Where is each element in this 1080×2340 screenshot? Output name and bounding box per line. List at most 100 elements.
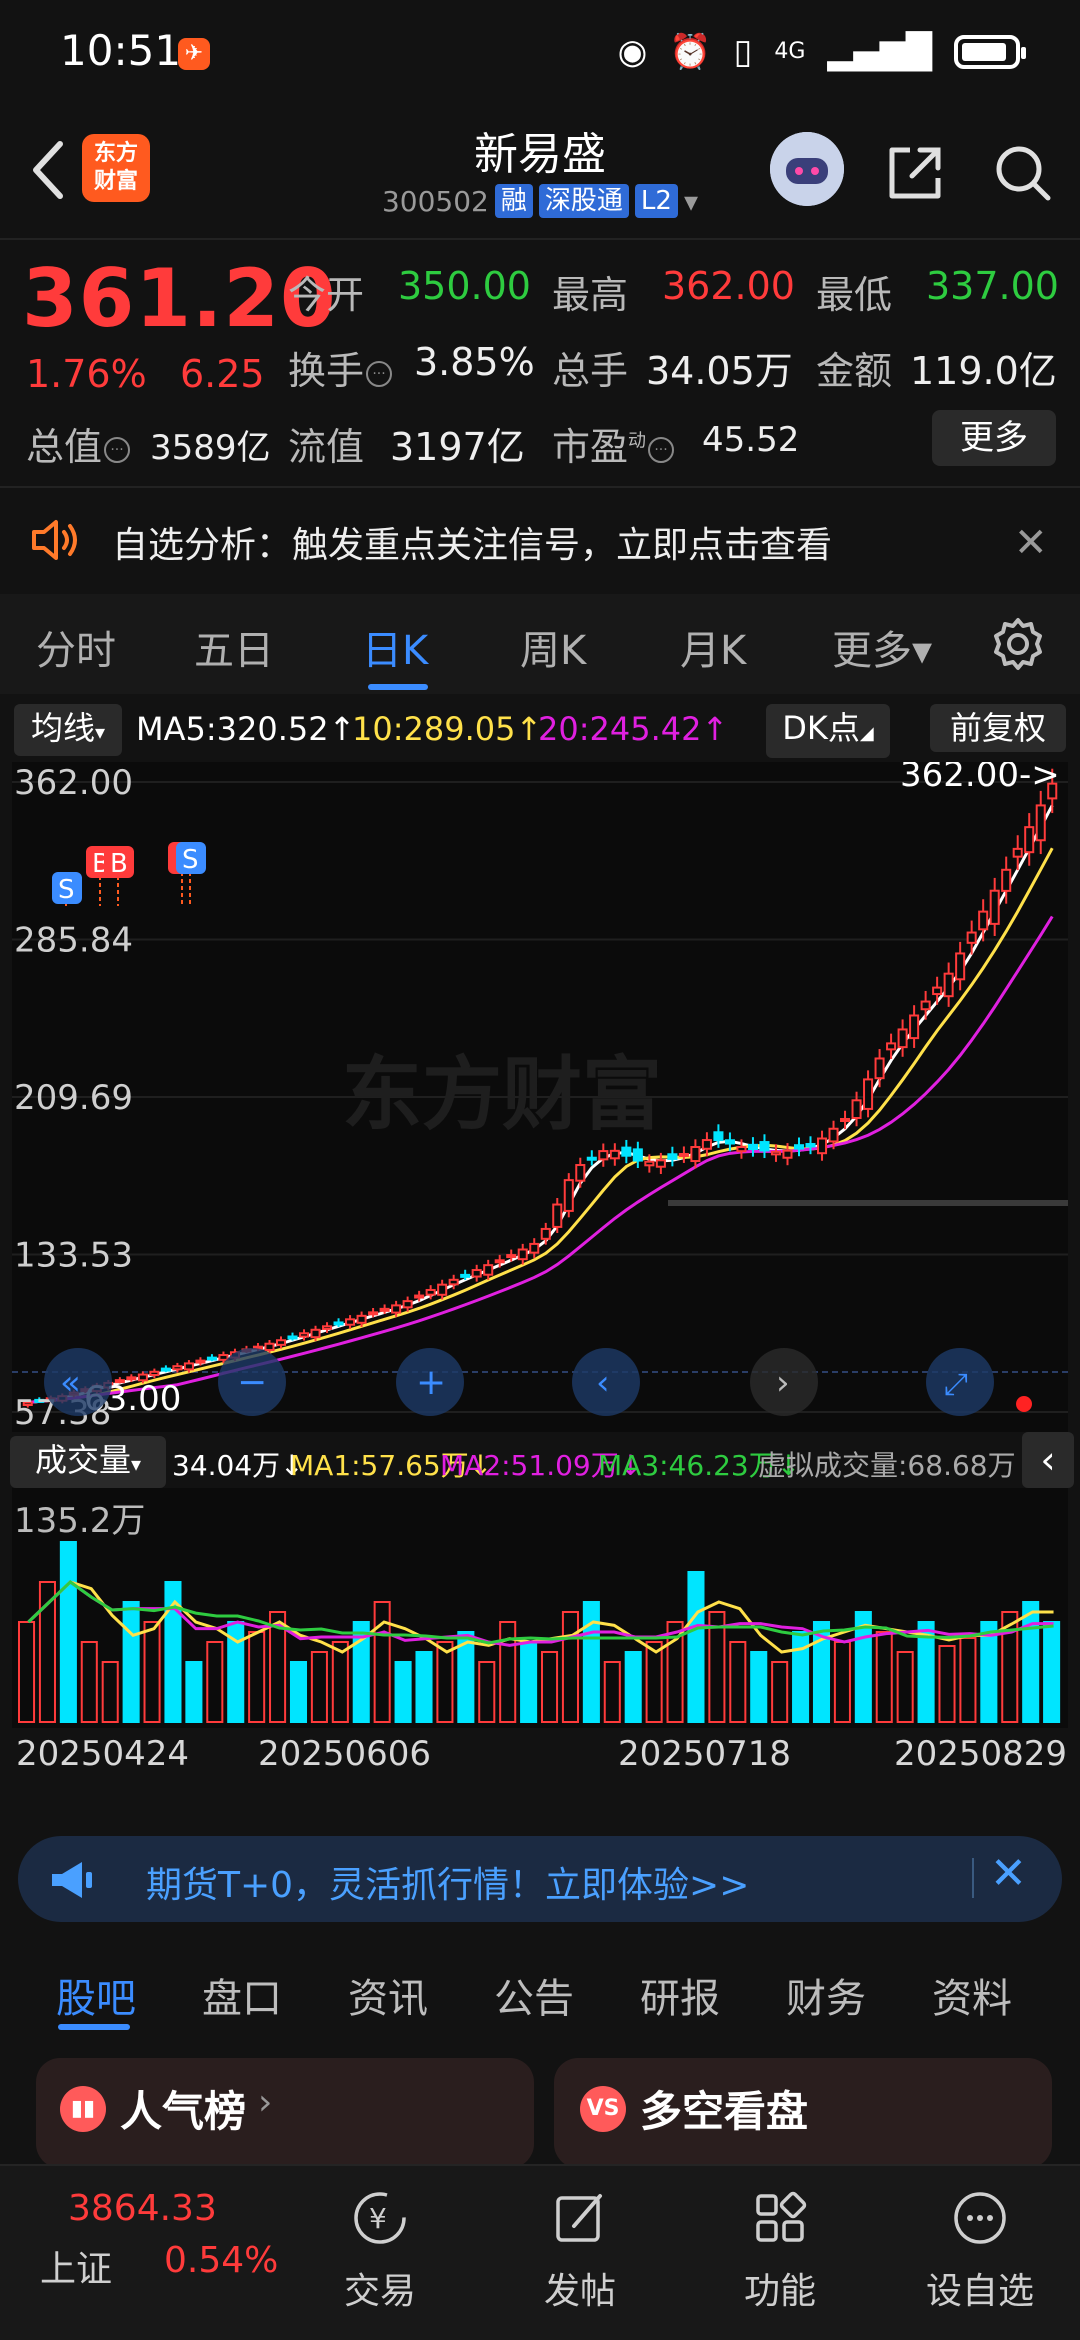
candle	[759, 1141, 770, 1152]
tab-indicator	[58, 2024, 130, 2030]
volume-chart[interactable]: 135.2万	[12, 1488, 1068, 1728]
low-value: 337.00	[926, 264, 1059, 308]
candle	[517, 1248, 528, 1261]
candle	[655, 1159, 666, 1168]
volume-bar	[561, 1611, 579, 1723]
close-icon[interactable]: ✕	[990, 1848, 1027, 1899]
more-dots-icon	[954, 2192, 1006, 2244]
tab-five-day[interactable]: 五日	[194, 618, 274, 676]
volume-bar	[80, 1641, 98, 1723]
plus-button[interactable]: +	[396, 1348, 464, 1416]
tab-daily-k[interactable]: 日K	[362, 618, 428, 676]
stock-meta[interactable]: 300502 融 深股通 L2 ▾	[360, 184, 720, 218]
ad-text[interactable]: 期货T+0，灵活抓行情！立即体验>>	[146, 1856, 749, 1908]
minus-button[interactable]: −	[218, 1348, 286, 1416]
more-button[interactable]: 更多	[932, 410, 1056, 466]
tab-order-book[interactable]: 盘口	[202, 1966, 282, 2024]
mktcap-value: 3589亿	[150, 428, 271, 468]
network-label: 4G	[774, 39, 806, 64]
tab-intraday[interactable]: 分时	[36, 618, 116, 676]
fullscreen-button[interactable]: ⤢	[926, 1348, 994, 1416]
bull-bear-card[interactable]: VS 多空看盘	[554, 2058, 1052, 2168]
tab-monthly-k[interactable]: 月K	[680, 618, 746, 676]
tab-indicator	[368, 684, 428, 690]
tab-weekly-k[interactable]: 周K	[520, 618, 586, 676]
tab-financials[interactable]: 财务	[786, 1966, 866, 2024]
plus-icon: +	[416, 1362, 446, 1403]
double-chevron-left-icon: «	[60, 1363, 81, 1403]
nav-add-watchlist[interactable]: 设自选	[900, 2166, 1060, 2340]
card-title: 人气榜	[120, 2087, 247, 2136]
adjust-button[interactable]: 前复权	[930, 704, 1066, 752]
y-tick-label: 133.53	[14, 1236, 133, 1276]
candle	[978, 910, 989, 931]
candle	[609, 1149, 620, 1160]
volume-bar	[729, 1641, 747, 1723]
volume-bar	[59, 1541, 77, 1723]
stock-name: 新易盛	[474, 129, 606, 180]
nav-functions[interactable]: 功能	[700, 2166, 860, 2340]
speaker-icon	[28, 514, 80, 566]
candle	[183, 1362, 194, 1371]
high-label: 最高	[552, 273, 629, 317]
candle	[793, 1144, 805, 1150]
volume-bar	[875, 1631, 893, 1723]
volume-bar	[750, 1651, 768, 1723]
candle	[747, 1143, 758, 1151]
change-percent: 1.76%	[26, 352, 147, 396]
candle	[667, 1153, 678, 1160]
indicator-select[interactable]: 均线▾	[14, 704, 122, 756]
tab-profile[interactable]: 资料	[932, 1966, 1012, 2024]
kline-chart[interactable]: 东方财富 362.00285.84209.69133.5357.38 362.0…	[12, 762, 1068, 1432]
info-icon[interactable]: ···	[104, 436, 131, 463]
popularity-card[interactable]: ▮▮ 人气榜 ›	[36, 2058, 534, 2168]
prev-button[interactable]: ‹	[572, 1348, 640, 1416]
close-icon[interactable]: ✕	[1014, 520, 1048, 566]
candle	[678, 1152, 689, 1157]
candle	[264, 1342, 275, 1352]
info-icon[interactable]: ···	[366, 360, 393, 387]
candle	[310, 1328, 321, 1339]
tab-more[interactable]: 更多▾	[832, 618, 932, 676]
notice-text[interactable]: 自选分析：触发重点关注信号，立即点击查看	[112, 516, 832, 568]
index-value[interactable]: 3864.33	[68, 2188, 217, 2229]
candle	[828, 1127, 839, 1143]
index-name: 上证	[40, 2249, 113, 2290]
rewind-button[interactable]: «	[44, 1348, 112, 1416]
next-button[interactable]: ›	[750, 1348, 818, 1416]
candle	[414, 1294, 425, 1299]
info-icon[interactable]: ···	[648, 436, 675, 463]
volume-bar	[1043, 1621, 1061, 1723]
back-button[interactable]	[20, 130, 80, 210]
volume-bar	[980, 1621, 998, 1723]
nav-post[interactable]: 发帖	[500, 2166, 660, 2340]
tab-news[interactable]: 资讯	[348, 1966, 428, 2024]
share-icon[interactable]	[880, 138, 950, 208]
dk-point-button[interactable]: DK点◢	[766, 704, 890, 758]
volume-indicator-select[interactable]: 成交量▾	[10, 1436, 166, 1488]
volume-bar	[478, 1661, 496, 1723]
search-icon[interactable]	[988, 138, 1058, 208]
tag-margin: 融	[494, 184, 533, 218]
nav-trade[interactable]: ¥ 交易	[300, 2166, 460, 2340]
tab-research[interactable]: 研报	[640, 1966, 720, 2024]
collapse-button[interactable]: ‹	[1022, 1432, 1074, 1488]
candle	[863, 1078, 874, 1110]
edit-icon	[556, 2194, 602, 2242]
volume-bar	[122, 1601, 140, 1723]
y-tick-label: 209.69	[14, 1078, 133, 1118]
candle	[690, 1146, 701, 1163]
tab-announcements[interactable]: 公告	[494, 1966, 574, 2024]
candle	[621, 1146, 632, 1157]
gear-icon[interactable]	[990, 616, 1046, 672]
volume-bar	[499, 1621, 517, 1723]
open-label: 今开	[288, 273, 365, 317]
volume-bar	[959, 1637, 977, 1723]
robot-assistant-icon[interactable]	[770, 132, 844, 206]
battery-icon	[954, 35, 1026, 69]
volume-bar	[896, 1651, 914, 1723]
watermark: 东方财富	[342, 1048, 662, 1141]
svg-text:¥: ¥	[369, 2202, 387, 2235]
tab-forum[interactable]: 股吧	[56, 1966, 136, 2024]
volume-bar	[624, 1651, 642, 1723]
